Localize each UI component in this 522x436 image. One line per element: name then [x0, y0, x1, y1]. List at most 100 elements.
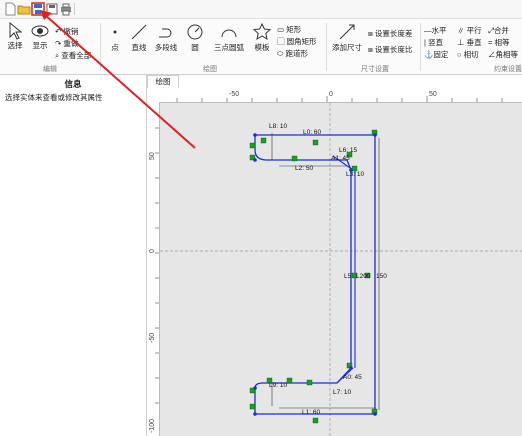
eye-icon	[31, 25, 49, 37]
dim-a0[interactable]: A0: 45	[343, 374, 362, 381]
ruler-icon: ⧈	[368, 29, 373, 38]
circle-tool[interactable]: 圆	[184, 22, 206, 53]
arc3-label: 三点圆弧	[214, 43, 244, 52]
perpendicular-button[interactable]: ⊥ 垂直	[457, 37, 482, 48]
dim-l5[interactable]: L5	[344, 273, 352, 280]
merge-button[interactable]: ⤢合并	[488, 25, 509, 36]
redo-label: 重做	[63, 39, 79, 48]
dimension-icon	[339, 24, 355, 40]
template-tool[interactable]: 模板	[250, 22, 274, 53]
dim-l7[interactable]: L7: 10	[333, 389, 351, 396]
horizontal-label: 水平	[431, 26, 447, 35]
equal-icon: =	[488, 38, 493, 47]
fix-label: 固定	[433, 50, 449, 59]
slot-icon: ⬭	[277, 49, 284, 58]
horizontal-icon: —	[424, 26, 432, 35]
add-dimension-tool[interactable]: 添加尺寸	[330, 22, 364, 53]
rect-button[interactable]: ▭ 矩形	[277, 24, 301, 35]
equal-label: 相等	[494, 38, 510, 47]
equal-button[interactable]: = 相等	[488, 37, 509, 48]
dim-l0[interactable]: L0: 60	[303, 129, 321, 136]
set-length-ratio-label: 设置长度比	[374, 45, 413, 54]
angle-equal-button[interactable]: ∠角相等	[488, 49, 518, 60]
dim-l6[interactable]: L6: 15	[339, 147, 357, 154]
round-rect-icon: ▢	[277, 37, 285, 46]
undo-icon: ↶	[55, 27, 62, 36]
redo-icon: ↷	[55, 39, 62, 48]
polyline-tool[interactable]: 多段线	[152, 22, 180, 53]
perpendicular-icon: ⊥	[457, 38, 465, 47]
merge-label: 合并	[494, 26, 509, 35]
dim-l8[interactable]: L8: 10	[269, 123, 287, 130]
draw-group-label: 绘图	[203, 66, 217, 73]
dim-l50[interactable]: 150	[376, 273, 387, 280]
display-label: 显示	[32, 41, 48, 50]
tab-drawing[interactable]: 绘图	[147, 75, 179, 88]
constraint-group-label: 约束设置	[494, 66, 522, 73]
arc3-tool[interactable]: 三点圆弧	[212, 22, 246, 53]
save-as-icon[interactable]	[45, 2, 59, 16]
template-label: 模板	[254, 43, 270, 52]
arc-icon	[221, 29, 237, 38]
view-all-button[interactable]: ⌕ 查看全部	[55, 50, 91, 61]
rect-label: 矩形	[286, 25, 302, 34]
circle-label: 圆	[191, 43, 199, 52]
quick-access-toolbar	[0, 0, 522, 19]
h-ruler-label: 50	[429, 91, 437, 98]
edit-group-label: 编辑	[43, 66, 57, 73]
perpendicular-label: 垂直	[466, 38, 482, 47]
rect-icon: ▭	[277, 25, 285, 34]
tangent-label: 相切	[463, 50, 479, 59]
fix-button[interactable]: ⚓固定	[424, 49, 448, 60]
dim-l1[interactable]: L1: 60	[302, 409, 320, 416]
panel-subtitle: 选择实体来查看或修改其属性	[5, 93, 103, 102]
vertical-button[interactable]: | 竖直	[424, 37, 443, 48]
new-file-icon[interactable]	[3, 2, 17, 16]
add-dimension-label: 添加尺寸	[332, 43, 362, 52]
open-folder-icon[interactable]	[17, 2, 31, 16]
print-icon[interactable]	[59, 2, 73, 16]
drawing-canvas[interactable]: -50 0 50 50 0 -50 -100 L0: 60 L8: 10 L2:…	[147, 88, 522, 436]
v-ruler-label: 50	[149, 152, 156, 160]
tangent-button[interactable]: ○ 相切	[457, 49, 479, 60]
set-length-diff-button[interactable]: ⧈ 设置长度差	[368, 28, 412, 39]
v-ruler-label: 0	[149, 249, 156, 253]
circle-icon	[187, 24, 203, 40]
dimension-group-label: 尺寸设置	[361, 66, 389, 73]
v-ruler-label: -50	[149, 333, 156, 343]
redo-button[interactable]: ↷ 重做	[55, 38, 78, 49]
star-icon	[252, 22, 272, 41]
cursor-icon	[9, 22, 22, 40]
round-rect-button[interactable]: ▢ 圆角矩形	[277, 36, 317, 47]
ruler-icon: ⧈	[368, 45, 373, 54]
display-tool[interactable]: 显示	[28, 22, 52, 51]
separator	[326, 23, 327, 71]
angle-icon: ∠	[488, 50, 496, 59]
slot-label: 跑道形	[285, 49, 309, 58]
point-icon	[113, 30, 117, 34]
view-all-label: 查看全部	[61, 51, 92, 60]
polyline-label: 多段线	[154, 43, 178, 52]
dim-l2[interactable]: L2: 50	[295, 165, 313, 172]
h-ruler-label: -50	[229, 91, 239, 98]
point-tool[interactable]: 点	[104, 22, 126, 53]
ribbon: 选择 显示 ↶ 撤销 ↷ 重做 ⌕ 查看全部 编辑 点 直线 多段线 圆 三点圆…	[0, 19, 522, 75]
dim-l200[interactable]: L200	[356, 273, 371, 280]
dim-l3[interactable]: L3: 10	[346, 171, 364, 178]
vertical-label: 竖直	[428, 38, 444, 47]
undo-button[interactable]: ↶ 撤销	[55, 26, 78, 37]
parallel-label: 平行	[466, 26, 482, 35]
anchor-icon: ⚓	[424, 50, 434, 59]
parallel-button[interactable]: ∥ 平行	[457, 25, 482, 36]
dim-a1[interactable]: A1: 45	[331, 155, 350, 162]
polyline-icon	[159, 28, 172, 38]
dim-l9[interactable]: L9: 10	[269, 382, 287, 389]
point-label: 点	[111, 43, 119, 52]
set-length-ratio-button[interactable]: ⧈ 设置长度比	[368, 44, 412, 55]
save-icon[interactable]	[31, 2, 45, 16]
slot-button[interactable]: ⬭ 跑道形	[277, 48, 308, 59]
select-tool[interactable]: 选择	[4, 22, 26, 51]
horizontal-button[interactable]: —水平	[424, 25, 447, 36]
line-tool[interactable]: 直线	[127, 22, 151, 53]
sketch-svg[interactable]: -50 0 50 50 0 -50 -100 L0: 60 L8: 10 L2:…	[147, 88, 522, 436]
